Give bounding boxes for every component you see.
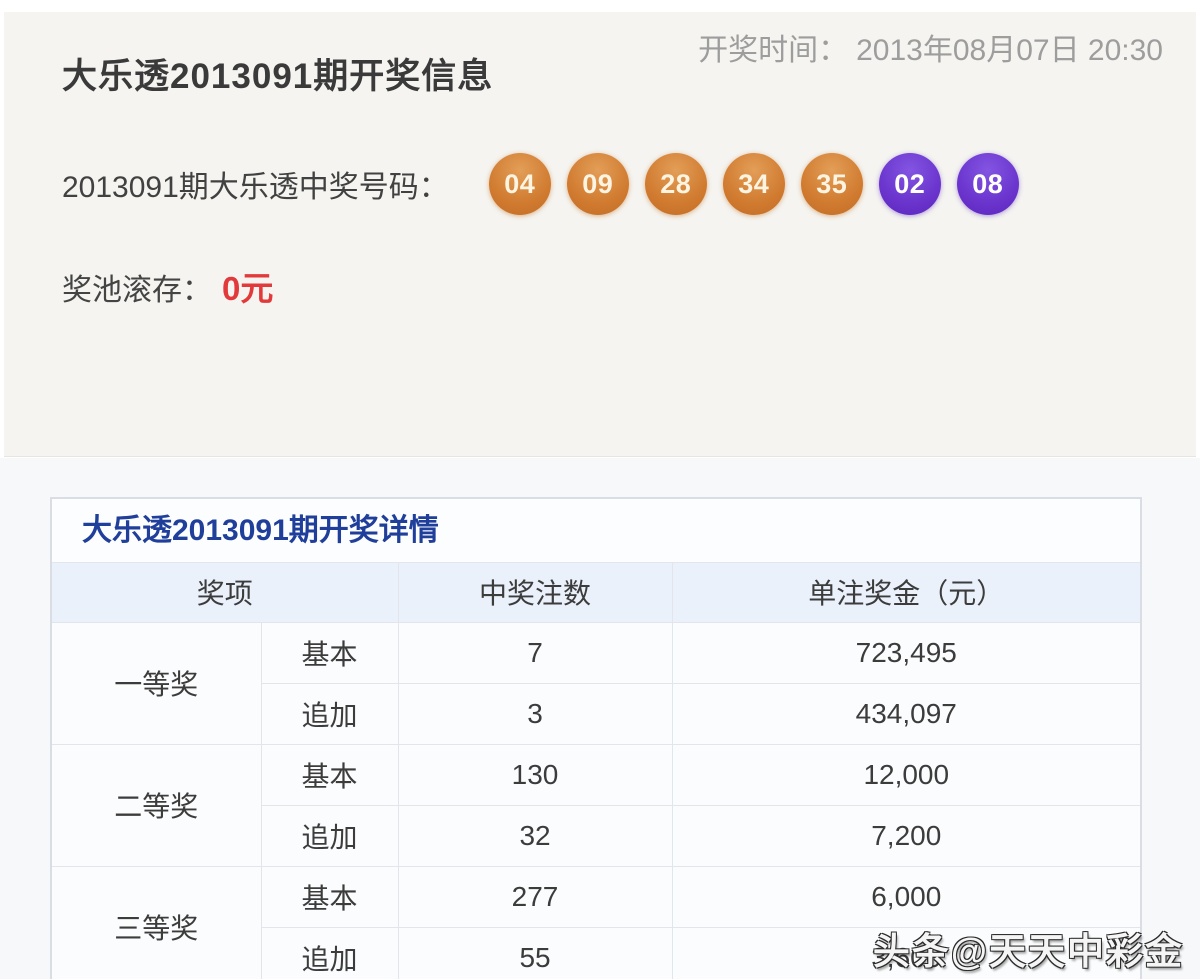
lottery-ball-front: 35 (801, 153, 863, 215)
lottery-ball-front: 28 (645, 153, 707, 215)
prize-name-cell: 三等奖 (52, 866, 261, 979)
summary-section: 开奖时间：2013年08月07日 20:30 大乐透2013091期开奖信息 2… (4, 12, 1196, 457)
prize-pool-value: 0元 (222, 262, 273, 310)
details-section: 大乐透2013091期开奖详情 奖项 中奖注数 单注奖金（元） 一等奖基本772… (0, 458, 1200, 979)
page-title: 大乐透2013091期开奖信息 (62, 48, 493, 99)
prize-type-cell: 追加 (261, 805, 398, 866)
lottery-ball-front: 09 (567, 153, 629, 215)
header-prize: 奖项 (52, 563, 398, 622)
details-title: 大乐透2013091期开奖详情 (52, 499, 1140, 563)
watermark: 头条@天天中彩金 (873, 921, 1184, 975)
prize-type-cell: 追加 (261, 683, 398, 744)
prize-name-cell: 二等奖 (52, 744, 261, 866)
prize-table-row: 一等奖基本7723,495 (52, 622, 1140, 683)
amount-cell: 6,000 (672, 866, 1140, 927)
prize-table-header-row: 奖项 中奖注数 单注奖金（元） (52, 563, 1140, 622)
count-cell: 7 (398, 622, 672, 683)
draw-time: 开奖时间：2013年08月07日 20:30 (698, 25, 1163, 69)
count-cell: 3 (398, 683, 672, 744)
lottery-results-page: 开奖时间：2013年08月07日 20:30 大乐透2013091期开奖信息 2… (0, 0, 1200, 979)
details-card: 大乐透2013091期开奖详情 奖项 中奖注数 单注奖金（元） 一等奖基本772… (50, 497, 1142, 979)
header-count: 中奖注数 (398, 563, 672, 622)
lottery-ball-front: 04 (489, 153, 551, 215)
count-cell: 55 (398, 927, 672, 979)
prize-table-row: 二等奖基本13012,000 (52, 744, 1140, 805)
prize-type-cell: 基本 (261, 622, 398, 683)
prize-type-cell: 基本 (261, 744, 398, 805)
lottery-ball-front: 34 (723, 153, 785, 215)
amount-cell: 434,097 (672, 683, 1140, 744)
amount-cell: 7,200 (672, 805, 1140, 866)
prize-type-cell: 基本 (261, 866, 398, 927)
lottery-ball-back: 08 (957, 153, 1019, 215)
lottery-ball-back: 02 (879, 153, 941, 215)
amount-cell: 12,000 (672, 744, 1140, 805)
winning-numbers-label: 2013091期大乐透中奖号码： (62, 162, 449, 206)
draw-time-label: 开奖时间： (698, 34, 848, 67)
prize-type-cell: 追加 (261, 927, 398, 979)
prize-table-row: 三等奖基本2776,000 (52, 866, 1140, 927)
prize-pool-row: 奖池滚存： 0元 (62, 262, 273, 310)
prize-name-cell: 一等奖 (52, 622, 261, 744)
amount-cell: 723,495 (672, 622, 1140, 683)
winning-balls: 04 09 28 34 35 02 08 (489, 153, 1019, 215)
draw-time-value: 2013年08月07日 20:30 (856, 34, 1163, 67)
prize-pool-label: 奖池滚存： (62, 265, 212, 309)
count-cell: 32 (398, 805, 672, 866)
count-cell: 277 (398, 866, 672, 927)
prize-table: 奖项 中奖注数 单注奖金（元） 一等奖基本7723,495追加3434,097二… (52, 563, 1140, 979)
count-cell: 130 (398, 744, 672, 805)
winning-numbers-row: 2013091期大乐透中奖号码： 04 09 28 34 35 02 08 (62, 153, 1019, 215)
header-amount: 单注奖金（元） (672, 563, 1140, 622)
